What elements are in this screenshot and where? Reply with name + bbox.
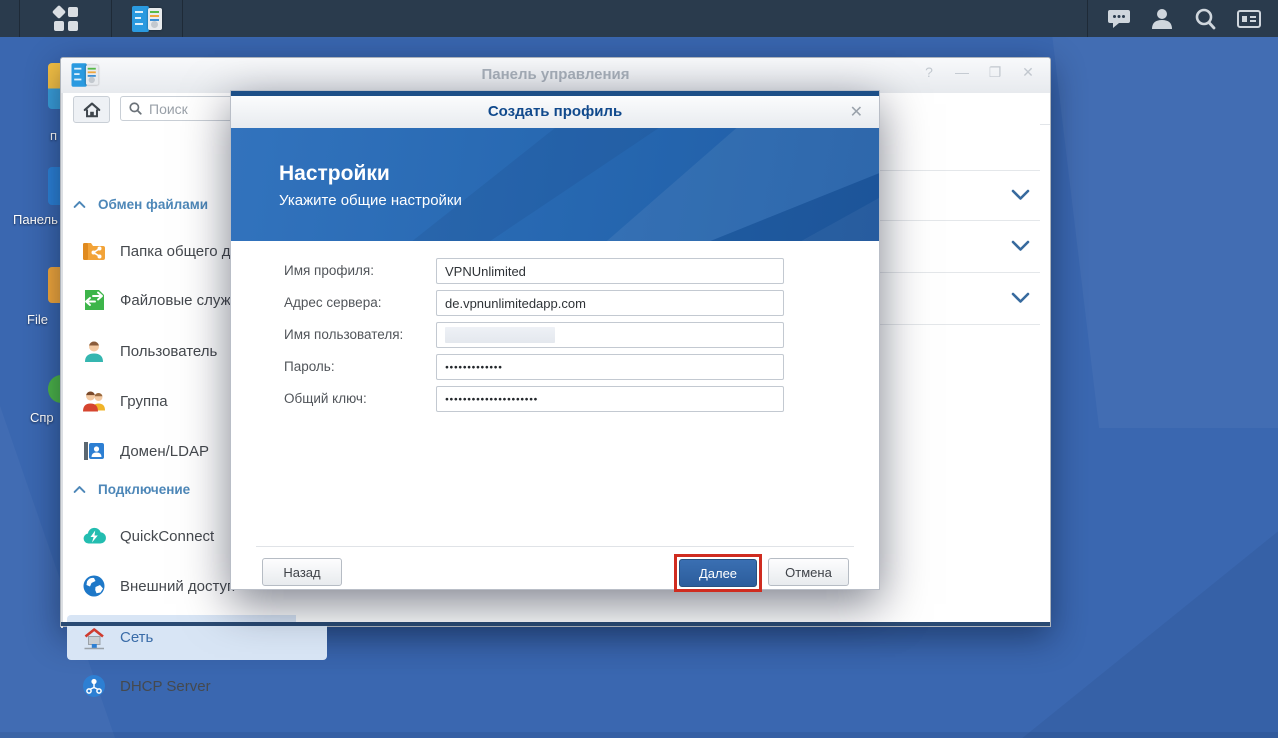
quickconnect-icon: [81, 523, 107, 549]
desktop-icon-label[interactable]: Панель: [13, 212, 58, 227]
taskbar: [0, 0, 1278, 37]
widgets-button[interactable]: [1229, 0, 1269, 37]
desktop-icon-label[interactable]: File: [27, 312, 48, 327]
sidebar-section-file-sharing[interactable]: Обмен файлами: [73, 197, 208, 212]
control-panel-taskbar-button[interactable]: [112, 0, 182, 37]
create-profile-dialog: Создать профиль ✕ Настройки Укажите общи…: [230, 90, 880, 590]
chevron-down-icon[interactable]: [1011, 292, 1030, 304]
home-button[interactable]: [73, 96, 110, 123]
taskbar-separator: [1087, 0, 1088, 37]
redacted-value: [445, 327, 555, 343]
form-row-server-address: Адрес сервера: de.vpnunlimitedapp.com: [231, 290, 879, 316]
chevron-down-icon[interactable]: [1011, 189, 1030, 201]
dialog-title: Создать профиль: [231, 103, 879, 120]
username-input[interactable]: [436, 322, 784, 348]
form-row-password: Пароль: ●●●●●●●●●●●●●: [231, 354, 879, 380]
next-button[interactable]: Далее: [679, 559, 757, 587]
server-address-input[interactable]: de.vpnunlimitedapp.com: [436, 290, 784, 316]
back-button[interactable]: Назад: [262, 558, 342, 586]
shared-folder-icon: [81, 238, 107, 264]
username-label: Имя пользователя:: [284, 322, 403, 348]
help-button[interactable]: ?: [921, 64, 937, 81]
user-icon: [81, 338, 107, 364]
search-icon: [128, 101, 143, 116]
desktop-icon-label[interactable]: Спр: [30, 410, 54, 425]
main-menu-button[interactable]: [20, 0, 111, 37]
desktop-icon-label[interactable]: п: [50, 128, 57, 143]
shared-key-input[interactable]: ●●●●●●●●●●●●●●●●●●●●●: [436, 386, 784, 412]
taskbar-separator: [182, 0, 183, 37]
notifications-button[interactable]: [1100, 0, 1138, 37]
chevron-up-icon: [73, 485, 86, 494]
network-home-icon: [81, 625, 107, 651]
password-label: Пароль:: [284, 354, 335, 380]
control-panel-icon: [132, 6, 162, 32]
desktop: п Панель File Спр: [0, 0, 1278, 738]
sidebar-section-connectivity[interactable]: Подключение: [73, 482, 190, 497]
sidebar-item-dhcp-server[interactable]: DHCP Server: [67, 667, 327, 705]
footer-divider: [256, 546, 854, 547]
maximize-button[interactable]: ❐: [987, 64, 1003, 81]
chevron-down-icon[interactable]: [1011, 240, 1030, 252]
dialog-header[interactable]: Создать профиль ✕: [231, 96, 879, 129]
globe-icon: [81, 573, 107, 599]
search-button[interactable]: [1186, 0, 1224, 37]
widgets-icon: [1235, 5, 1263, 33]
group-icon: [81, 388, 107, 414]
cancel-button[interactable]: Отмена: [768, 558, 849, 586]
domain-ldap-icon: [81, 438, 107, 464]
next-button-highlight: Далее: [674, 554, 762, 592]
banner-subtitle: Укажите общие настройки: [279, 192, 462, 209]
window-title: Панель управления: [61, 66, 1050, 83]
chevron-up-icon: [73, 200, 86, 209]
dhcp-icon: [81, 673, 107, 699]
person-icon: [1148, 5, 1176, 33]
search-icon: [1191, 5, 1219, 33]
server-address-label: Адрес сервера:: [284, 290, 381, 316]
apps-grid-icon: [53, 6, 79, 32]
window-bottom-edge: [61, 622, 1050, 626]
window-titlebar[interactable]: Панель управления ? — ❐ ✕: [61, 58, 1050, 94]
chat-bubble-icon: [1105, 5, 1133, 33]
user-menu-button[interactable]: [1143, 0, 1181, 37]
banner-title: Настройки: [279, 162, 390, 186]
form-row-shared-key: Общий ключ: ●●●●●●●●●●●●●●●●●●●●●: [231, 386, 879, 412]
search-placeholder: Поиск: [149, 101, 188, 117]
profile-name-label: Имя профиля:: [284, 258, 374, 284]
password-input[interactable]: ●●●●●●●●●●●●●: [436, 354, 784, 380]
form-row-username: Имя пользователя:: [231, 322, 879, 348]
profile-name-input[interactable]: VPNUnlimited: [436, 258, 784, 284]
minimize-button[interactable]: —: [954, 64, 970, 81]
file-services-icon: [81, 287, 107, 313]
shared-key-label: Общий ключ:: [284, 386, 367, 412]
close-icon[interactable]: ✕: [850, 102, 863, 122]
dialog-banner: Настройки Укажите общие настройки: [231, 128, 879, 241]
form-row-profile-name: Имя профиля: VPNUnlimited: [231, 258, 879, 284]
home-icon: [82, 100, 102, 119]
close-button[interactable]: ✕: [1020, 64, 1036, 81]
